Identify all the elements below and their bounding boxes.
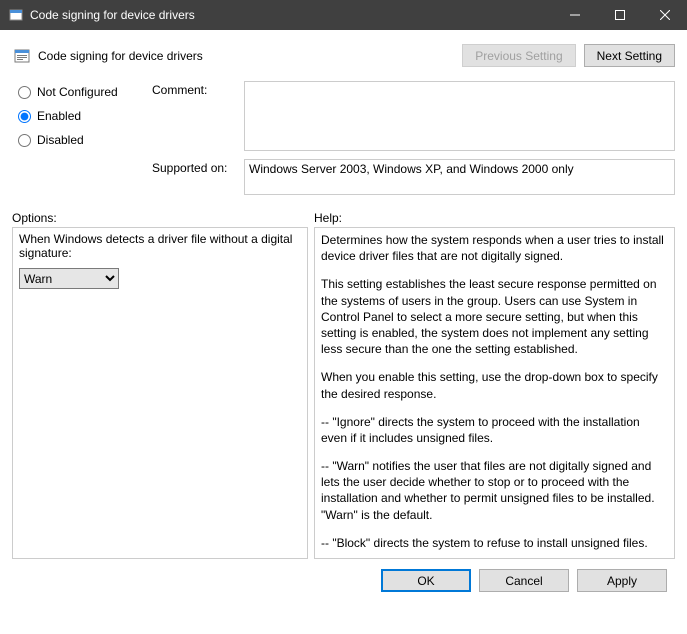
next-setting-button[interactable]: Next Setting [584,44,675,67]
signature-action-dropdown[interactable]: IgnoreWarnBlock [19,268,119,289]
help-text: -- "Ignore" directs the system to procee… [321,414,668,446]
help-text: Determines how the system responds when … [321,232,668,264]
options-pane: When Windows detects a driver file witho… [12,227,308,559]
header: Code signing for device drivers Previous… [0,30,687,81]
options-description: When Windows detects a driver file witho… [19,232,301,260]
help-text: When you enable this setting, use the dr… [321,369,668,401]
enabled-label[interactable]: Enabled [37,109,81,123]
page-title: Code signing for device drivers [38,49,462,63]
not-configured-radio[interactable] [18,86,31,99]
previous-setting-button: Previous Setting [462,44,575,67]
not-configured-label[interactable]: Not Configured [37,85,118,99]
titlebar: Code signing for device drivers [0,0,687,30]
help-text: -- "Warn" notifies the user that files a… [321,458,668,523]
options-section-label: Options: [12,211,314,225]
enabled-radio[interactable] [18,110,31,123]
supported-on-value: Windows Server 2003, Windows XP, and Win… [244,159,675,195]
section-labels: Options: Help: [0,203,687,227]
panes: When Windows detects a driver file witho… [0,227,687,559]
state-radio-group: Not Configured Enabled Disabled [18,81,136,195]
policy-icon [14,48,30,64]
help-text: -- "Block" directs the system to refuse … [321,535,668,551]
help-text: This setting establishes the least secur… [321,276,668,357]
close-button[interactable] [642,0,687,30]
help-section-label: Help: [314,211,342,225]
maximize-button[interactable] [597,0,642,30]
window-title: Code signing for device drivers [30,8,552,22]
config-area: Not Configured Enabled Disabled Comment:… [0,81,687,203]
comment-input[interactable] [244,81,675,151]
help-pane: Determines how the system responds when … [314,227,675,559]
ok-button[interactable]: OK [381,569,471,592]
disabled-label[interactable]: Disabled [37,133,84,147]
cancel-button[interactable]: Cancel [479,569,569,592]
supported-on-label: Supported on: [152,159,234,195]
apply-button[interactable]: Apply [577,569,667,592]
minimize-button[interactable] [552,0,597,30]
comment-label: Comment: [152,81,234,151]
footer-buttons: OK Cancel Apply [0,559,687,592]
app-icon [8,7,24,23]
disabled-radio[interactable] [18,134,31,147]
